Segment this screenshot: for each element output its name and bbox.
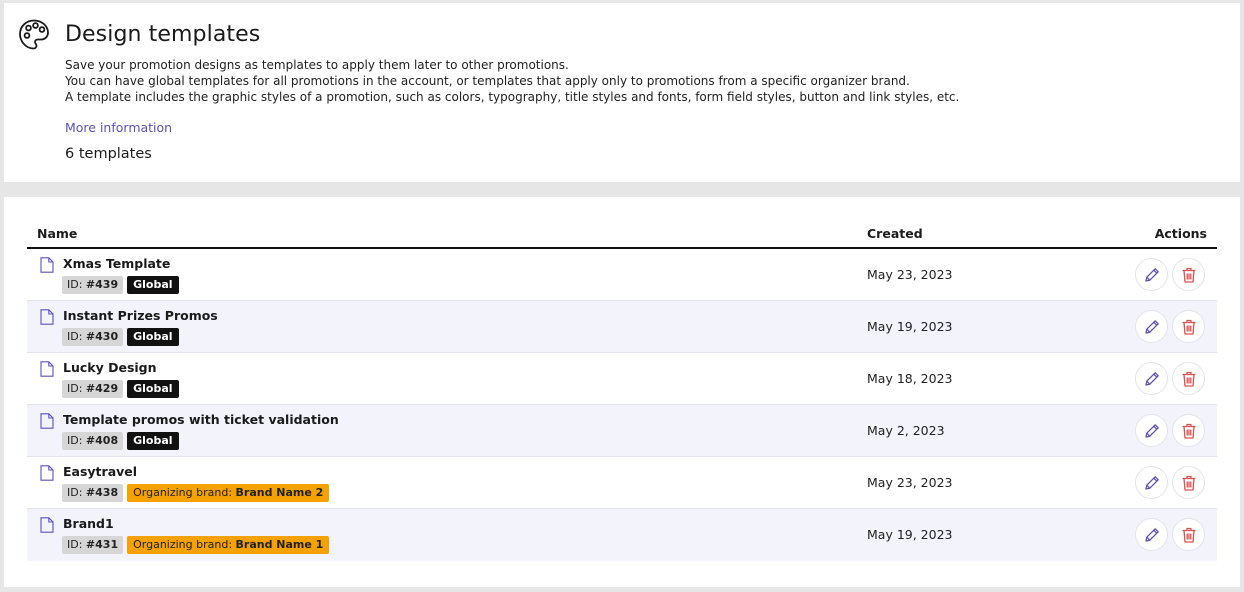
row-tags: ID: #438 Organizing brand: Brand Name 2 xyxy=(62,484,330,502)
delete-button[interactable] xyxy=(1172,518,1205,551)
table-row[interactable]: Template promos with ticket validation I… xyxy=(27,405,1217,457)
column-header-name: Name xyxy=(37,226,78,241)
id-tag: ID: #439 xyxy=(62,276,124,294)
table-row[interactable]: Easytravel ID: #438 Organizing brand: Br… xyxy=(27,457,1217,509)
trash-icon xyxy=(1182,527,1195,543)
trash-icon xyxy=(1182,267,1195,283)
document-icon xyxy=(40,361,54,377)
brand-badge-prefix: Organizing brand: xyxy=(133,486,236,499)
table-row[interactable]: Brand1 ID: #431 Organizing brand: Brand … xyxy=(27,509,1217,561)
template-name[interactable]: Lucky Design xyxy=(63,360,157,375)
header-card: Design templates Save your promotion des… xyxy=(4,3,1240,182)
created-date: May 2, 2023 xyxy=(867,423,945,438)
row-tags: ID: #430 Global xyxy=(62,328,179,346)
brand-badge-prefix: Organizing brand: xyxy=(133,538,236,551)
id-tag: ID: #408 xyxy=(62,432,124,450)
trash-icon xyxy=(1182,319,1195,335)
document-icon xyxy=(40,465,54,481)
created-date: May 23, 2023 xyxy=(867,475,953,490)
table-row[interactable]: Instant Prizes Promos ID: #430 Global Ma… xyxy=(27,301,1217,353)
table-row[interactable]: Lucky Design ID: #429 Global May 18, 202… xyxy=(27,353,1217,405)
global-badge: Global xyxy=(127,328,179,346)
edit-button[interactable] xyxy=(1135,258,1168,291)
id-tag: ID: #430 xyxy=(62,328,124,346)
edit-button[interactable] xyxy=(1135,518,1168,551)
edit-button[interactable] xyxy=(1135,310,1168,343)
global-badge: Global xyxy=(127,380,179,398)
document-icon xyxy=(40,257,54,273)
column-header-created: Created xyxy=(867,226,923,241)
document-icon xyxy=(40,309,54,325)
template-name[interactable]: Template promos with ticket validation xyxy=(63,412,339,427)
table-row[interactable]: Xmas Template ID: #439 Global May 23, 20… xyxy=(27,249,1217,301)
row-tags: ID: #431 Organizing brand: Brand Name 1 xyxy=(62,536,330,554)
global-badge: Global xyxy=(127,432,179,450)
delete-button[interactable] xyxy=(1172,466,1205,499)
created-date: May 19, 2023 xyxy=(867,319,953,334)
page-title: Design templates xyxy=(65,22,261,47)
document-icon xyxy=(40,517,54,533)
description-line: A template includes the graphic styles o… xyxy=(65,90,960,104)
table-header: Name Created Actions xyxy=(27,222,1217,249)
edit-button[interactable] xyxy=(1135,362,1168,395)
id-tag: ID: #431 xyxy=(62,536,124,554)
template-name[interactable]: Brand1 xyxy=(63,516,114,531)
row-tags: ID: #429 Global xyxy=(62,380,179,398)
created-date: May 19, 2023 xyxy=(867,527,953,542)
column-header-actions: Actions xyxy=(1154,226,1207,241)
pencil-icon xyxy=(1144,371,1159,386)
template-name[interactable]: Instant Prizes Promos xyxy=(63,308,218,323)
more-information-link[interactable]: More information xyxy=(65,120,172,135)
pencil-icon xyxy=(1144,423,1159,438)
trash-icon xyxy=(1182,371,1195,387)
brand-badge-value: Brand Name 1 xyxy=(235,538,324,551)
templates-table: Name Created Actions Xmas Template ID: #… xyxy=(4,197,1240,587)
delete-button[interactable] xyxy=(1172,310,1205,343)
row-tags: ID: #408 Global xyxy=(62,432,179,450)
created-date: May 23, 2023 xyxy=(867,267,953,282)
description-line: You can have global templates for all pr… xyxy=(65,74,910,88)
id-tag: ID: #429 xyxy=(62,380,124,398)
pencil-icon xyxy=(1144,527,1159,542)
global-badge: Global xyxy=(127,276,179,294)
template-name[interactable]: Xmas Template xyxy=(63,256,170,271)
row-tags: ID: #439 Global xyxy=(62,276,179,294)
templates-count: 6 templates xyxy=(65,146,152,162)
created-date: May 18, 2023 xyxy=(867,371,953,386)
palette-icon xyxy=(19,19,49,50)
brand-badge: Organizing brand: Brand Name 2 xyxy=(127,484,330,502)
delete-button[interactable] xyxy=(1172,258,1205,291)
pencil-icon xyxy=(1144,475,1159,490)
edit-button[interactable] xyxy=(1135,466,1168,499)
template-name[interactable]: Easytravel xyxy=(63,464,137,479)
edit-button[interactable] xyxy=(1135,414,1168,447)
pencil-icon xyxy=(1144,267,1159,282)
brand-badge-value: Brand Name 2 xyxy=(235,486,324,499)
description-line: Save your promotion designs as templates… xyxy=(65,58,569,72)
brand-badge: Organizing brand: Brand Name 1 xyxy=(127,536,330,554)
trash-icon xyxy=(1182,423,1195,439)
page-description: Save your promotion designs as templates… xyxy=(65,57,959,105)
id-tag: ID: #438 xyxy=(62,484,124,502)
delete-button[interactable] xyxy=(1172,362,1205,395)
pencil-icon xyxy=(1144,319,1159,334)
table-body: Xmas Template ID: #439 Global May 23, 20… xyxy=(27,249,1217,561)
document-icon xyxy=(40,413,54,429)
delete-button[interactable] xyxy=(1172,414,1205,447)
trash-icon xyxy=(1182,475,1195,491)
